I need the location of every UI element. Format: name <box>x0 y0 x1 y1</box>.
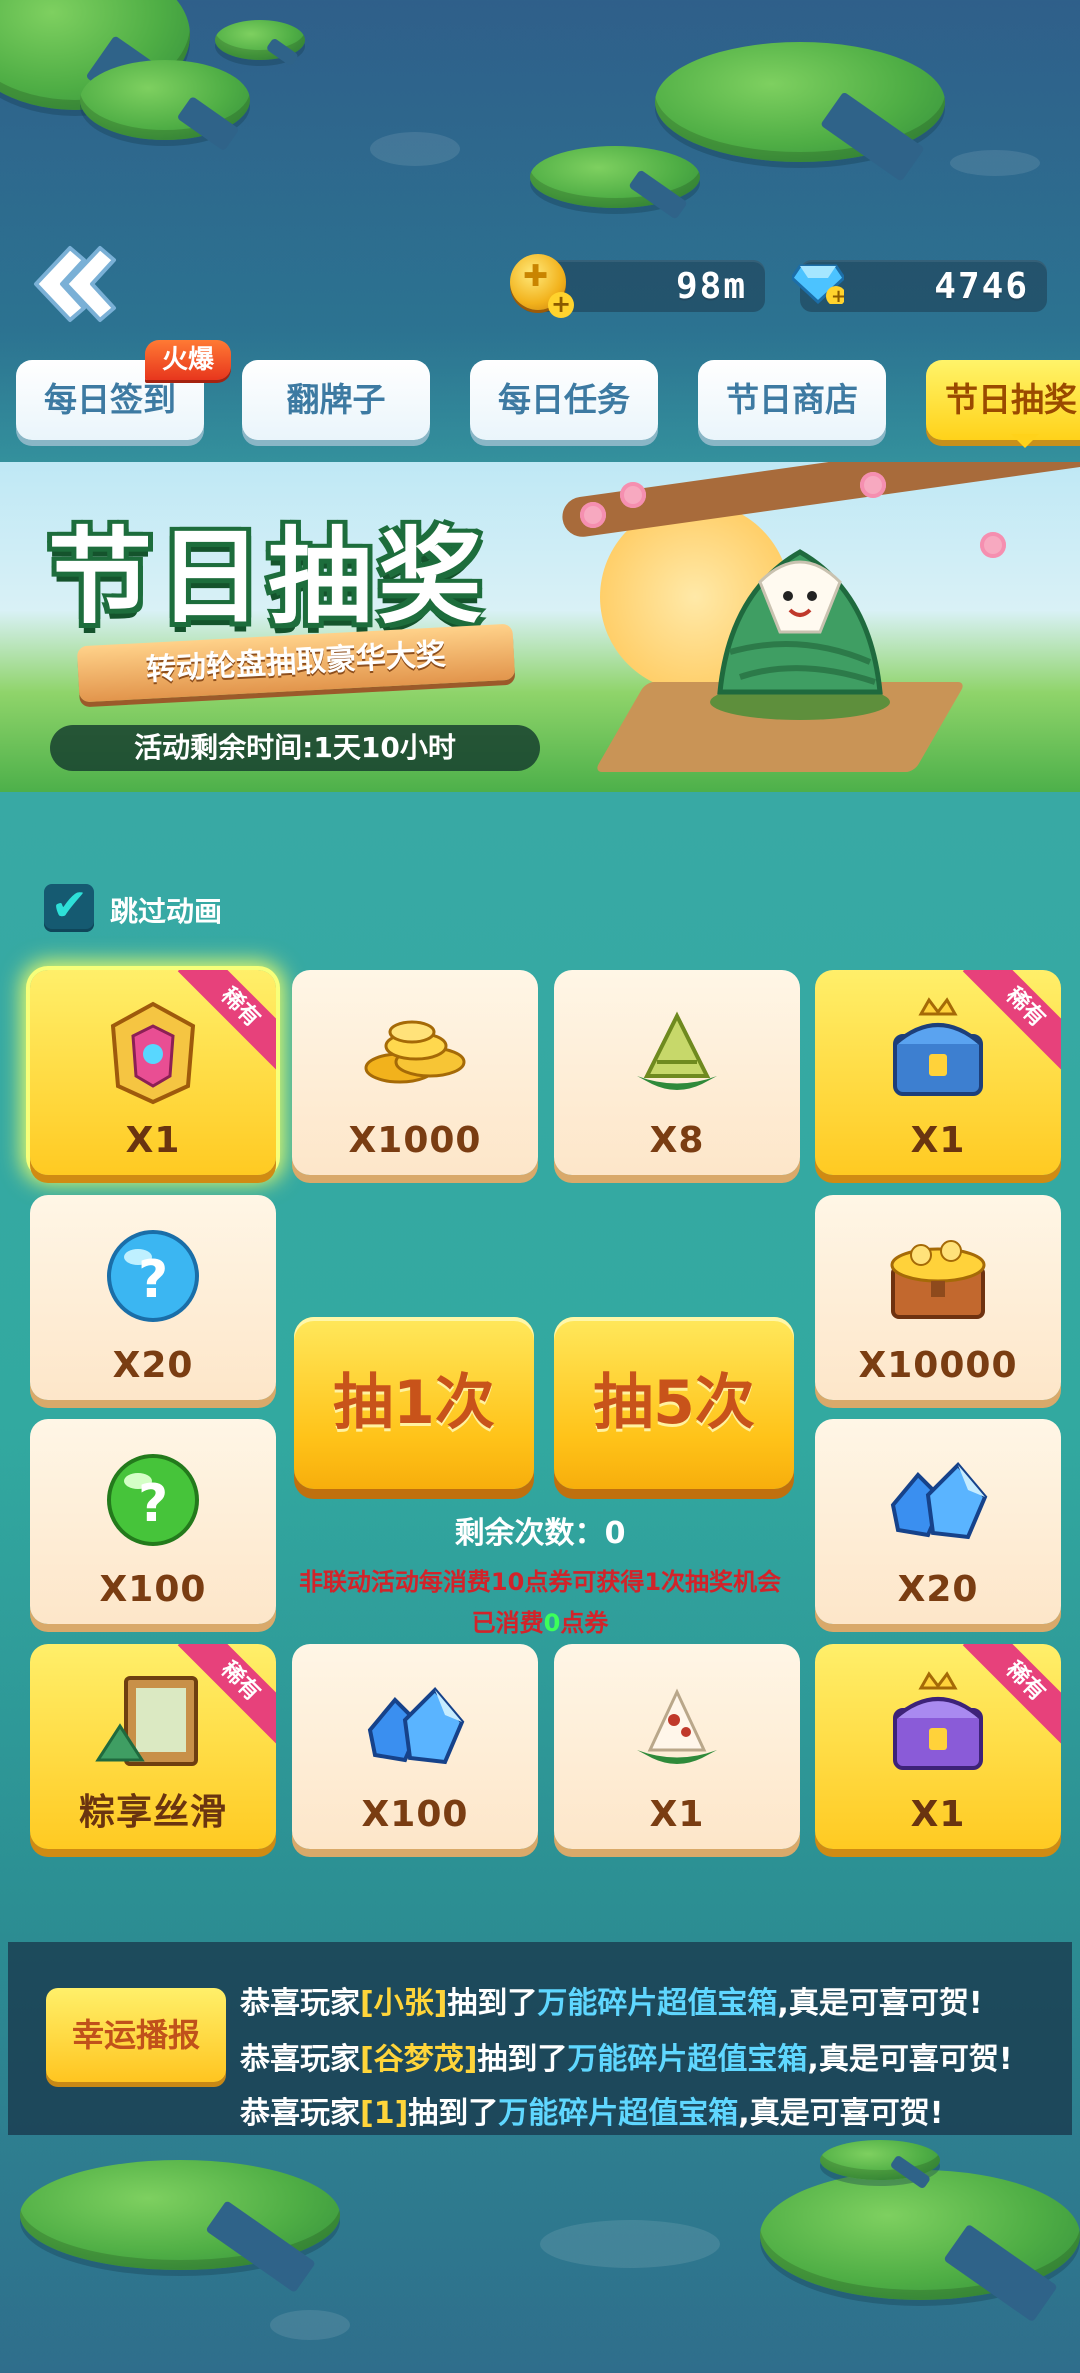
prize-card: X1 <box>554 1644 800 1849</box>
draw-five-button[interactable]: 抽5次 <box>554 1317 794 1489</box>
lily-pad-decoration <box>820 2140 940 2180</box>
broadcast-line: 恭喜玩家[小张]抽到了万能碎片超值宝箱,真是可喜可贺! <box>240 1978 1070 2022</box>
draw-rule-note: 非联动活动每消费10点券可获得1次抽奖机会 <box>298 1568 782 1596</box>
zongzi-photo-frame-icon <box>95 1676 198 1766</box>
blue-crystals-icon <box>890 1462 988 1540</box>
event-banner: 节日抽奖 转动轮盘抽取豪华大奖 活动剩余时间:1天10小时 <box>0 462 1080 792</box>
coin-treasure-box-icon <box>890 1240 986 1319</box>
gem-balance[interactable]: + 4746 <box>792 260 1047 312</box>
golden-armor-chest-icon <box>110 1001 196 1105</box>
tab-flip-cards[interactable]: 翻牌子 <box>242 360 430 440</box>
zongzi-mascot-icon <box>710 549 890 720</box>
remaining-count: 0 <box>604 1516 626 1551</box>
prize-name: 粽享丝滑 <box>78 1792 227 1833</box>
skip-animation-label: 跳过动画 <box>110 895 223 928</box>
prize-card: X8 <box>554 970 800 1175</box>
prize-card: ? X100 <box>30 1419 276 1624</box>
time-remaining: 活动剩余时间:1天10小时 <box>50 725 540 771</box>
broadcast-suffix: ,真是可喜可贺! <box>777 1986 983 2021</box>
coin-balance[interactable]: + 98m <box>510 254 765 318</box>
broadcast-prefix: 恭喜玩家 <box>240 2096 360 2131</box>
prize-card: X100 <box>292 1644 538 1849</box>
prize-quantity: X1 <box>125 1120 181 1161</box>
prize-quantity: X10000 <box>858 1345 1018 1386</box>
broadcast-prefix: 恭喜玩家 <box>240 1986 360 2021</box>
double-chevron-left-icon <box>34 246 116 322</box>
back-button[interactable] <box>22 238 118 334</box>
broadcast-prefix: 恭喜玩家 <box>240 2042 360 2077</box>
item-name: 万能碎片超值宝箱 <box>537 1986 778 2021</box>
broadcast-mid: 抽到了 <box>447 1986 538 2021</box>
skip-animation-checkbox[interactable] <box>44 880 94 932</box>
spent-suffix: 点券 <box>560 1609 609 1637</box>
gold-coins-icon <box>364 1020 466 1084</box>
prize-quantity: X100 <box>361 1794 469 1835</box>
tab-festival-lottery[interactable]: 节日抽奖 <box>926 360 1080 448</box>
spent-prefix: 已消费 <box>471 1609 544 1637</box>
water-ripple <box>950 150 1040 176</box>
tab-daily-tasks[interactable]: 每日任务 <box>470 360 658 440</box>
blue-crystals-icon <box>367 1687 465 1765</box>
prize-quantity: X1000 <box>348 1120 482 1161</box>
lucky-broadcast-button[interactable]: 幸运播报 <box>46 1988 226 2082</box>
zongzi-icon <box>637 1011 717 1090</box>
prize-quantity: X20 <box>897 1569 979 1610</box>
coin-amount: 98m <box>675 266 747 307</box>
prize-quantity: X1 <box>649 1794 705 1835</box>
spent-points: 已消费0点券 <box>270 1603 810 1638</box>
player-name: [小张] <box>360 1986 448 2021</box>
royal-treasure-chest-icon <box>893 997 983 1096</box>
gem-amount: 4746 <box>934 266 1029 307</box>
lily-pad-decoration <box>530 146 700 208</box>
broadcast-line: 恭喜玩家[1]抽到了万能碎片超值宝箱,真是可喜可贺! <box>240 2088 1070 2132</box>
lily-pad-decoration <box>215 20 305 60</box>
player-name: [谷梦茂] <box>360 2042 478 2077</box>
royal-purple-chest-icon <box>893 1671 983 1770</box>
item-name: 万能碎片超值宝箱 <box>567 2042 808 2077</box>
lily-pad-decoration <box>80 60 250 140</box>
prize-quantity: X1 <box>910 1120 966 1161</box>
water-ripple <box>370 132 460 166</box>
prize-card: X10000 <box>815 1195 1061 1400</box>
prize-quantity: X8 <box>649 1120 705 1161</box>
spent-value: 0 <box>543 1609 561 1637</box>
prize-card: X1000 <box>292 970 538 1175</box>
prize-card: 稀有 粽享丝滑 <box>30 1644 276 1849</box>
draw-once-button[interactable]: 抽1次 <box>294 1317 534 1489</box>
banner-title: 节日抽奖 <box>48 516 489 638</box>
remaining-draws: 剩余次数：0 <box>290 1508 790 1552</box>
prize-card: 稀有 X1 <box>30 970 276 1175</box>
broadcast-mid: 抽到了 <box>408 2096 499 2131</box>
svg-text:?: ? <box>138 1474 168 1534</box>
remaining-label: 剩余次数： <box>454 1516 605 1551</box>
prize-quantity: X20 <box>112 1345 194 1386</box>
prize-card: 稀有 X1 <box>815 970 1061 1175</box>
prize-card: X20 <box>815 1419 1061 1624</box>
hot-badge: 火爆 <box>145 340 231 380</box>
tab-festival-shop[interactable]: 节日商店 <box>698 360 886 440</box>
svg-text:+: + <box>831 286 844 304</box>
broadcast-mid: 抽到了 <box>477 2042 568 2077</box>
coin-plus-icon: + <box>510 254 574 318</box>
diamond-plus-icon: + <box>792 264 844 304</box>
prize-quantity: X100 <box>99 1569 207 1610</box>
item-name: 万能碎片超值宝箱 <box>498 2096 739 2131</box>
player-name: [1] <box>360 2096 409 2131</box>
prize-card: 稀有 X1 <box>815 1644 1061 1849</box>
lily-pad-decoration <box>20 2160 340 2270</box>
water-ripple <box>270 2310 350 2340</box>
svg-text:?: ? <box>138 1250 168 1310</box>
broadcast-line: 恭喜玩家[谷梦茂]抽到了万能碎片超值宝箱,真是可喜可贺! <box>240 2034 1040 2078</box>
green-mystery-orb-icon: ? <box>107 1454 199 1546</box>
red-date-zongzi-icon <box>637 1688 717 1764</box>
prize-card: ? X20 <box>30 1195 276 1400</box>
prize-quantity: X1 <box>910 1794 966 1835</box>
lily-pad-decoration <box>760 2170 1080 2300</box>
blue-mystery-orb-icon: ? <box>107 1230 199 1322</box>
broadcast-suffix: ,真是可喜可贺! <box>807 2042 1013 2077</box>
lily-pad-decoration <box>655 42 945 162</box>
water-ripple <box>540 2220 720 2268</box>
broadcast-suffix: ,真是可喜可贺! <box>738 2096 944 2131</box>
